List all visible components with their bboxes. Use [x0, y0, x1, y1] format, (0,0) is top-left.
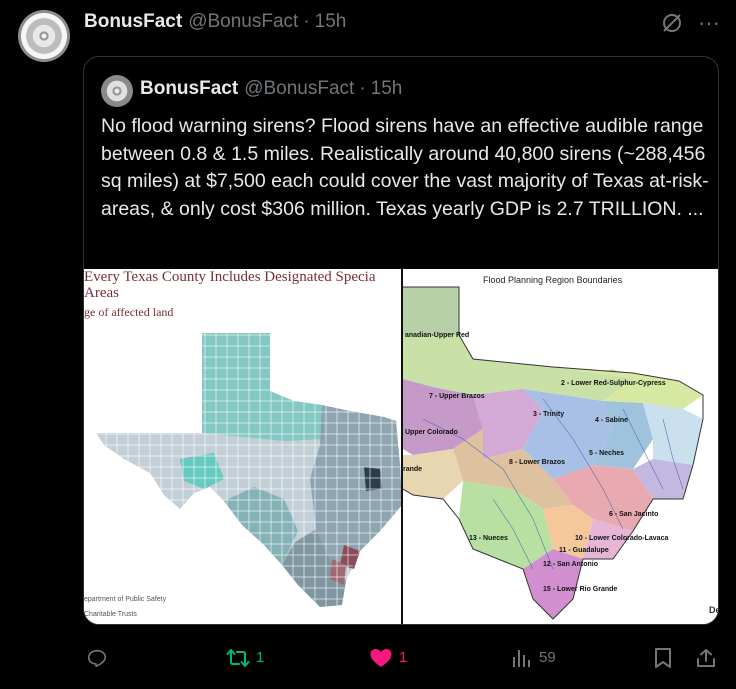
region-label: 6 - San Jacinto [609, 511, 659, 518]
separator-dot: · [303, 11, 310, 32]
texas-county-map-graphic [96, 333, 402, 607]
quoted-author-handle[interactable]: @BonusFact [244, 78, 354, 100]
retweet-icon [226, 649, 250, 667]
region-label: 8 - Lower Brazos [509, 459, 566, 466]
author-name[interactable]: BonusFact [84, 11, 182, 33]
like-count: 1 [399, 649, 408, 666]
left-map-title: Every Texas County Includes Designated S… [84, 269, 376, 285]
author-handle[interactable]: @BonusFact [188, 11, 298, 33]
tweet-media[interactable]: Every Texas County Includes Designated S… [84, 269, 718, 624]
bookmark-icon [655, 648, 671, 668]
quoted-tweet[interactable]: BonusFact @BonusFact · 15h No flood warn… [83, 56, 719, 625]
flood-planning-region-map[interactable]: Flood Planning Region Boundaries anadian… [403, 269, 718, 624]
left-map-source-2: Charitable Trusts [84, 611, 137, 618]
left-map-subtitle: ge of affected land [84, 305, 174, 319]
bookmark-button[interactable] [653, 640, 673, 676]
flood-region-map-graphic [403, 286, 704, 620]
tweet-time[interactable]: 15h [315, 11, 347, 33]
region-label: 2 - Lower Red-Sulphur-Cypress [561, 380, 666, 387]
right-map-logo: De [709, 605, 718, 615]
left-map-title-line2: Areas [84, 285, 119, 301]
quoted-tweet-header: BonusFact @BonusFact · 15h [140, 78, 402, 100]
region-label: 15 - Lower Rio Grande [543, 586, 618, 593]
reply-icon [87, 649, 107, 668]
like-button[interactable]: 1 [369, 640, 407, 676]
tweet-actions: 1 1 59 [0, 640, 736, 676]
quoted-tweet-text: No flood warning sirens? Flood sirens ha… [101, 115, 709, 220]
right-map-title: Flood Planning Region Boundaries [483, 275, 623, 285]
region-label: anadian-Upper Red [405, 332, 470, 339]
reply-button[interactable] [86, 640, 114, 676]
views-chart-icon [513, 650, 530, 667]
author-avatar[interactable] [18, 10, 70, 62]
share-button[interactable] [695, 640, 717, 676]
left-map-source-1: epartment of Public Safety [84, 596, 167, 603]
region-label: 10 - Lower Colorado-Lavaca [575, 535, 669, 542]
region-label: 7 - Upper Brazos [429, 393, 485, 400]
region-label: 13 - Nueces [469, 535, 508, 542]
views-count: 59 [539, 649, 556, 666]
retweet-count: 1 [256, 649, 265, 666]
region-label: 3 - Trinity [533, 411, 565, 418]
views-button[interactable]: 59 [511, 640, 556, 676]
share-icon [697, 649, 715, 667]
quoted-author-name[interactable]: BonusFact [140, 78, 238, 100]
region-label: rande [403, 466, 423, 473]
region-label: 4 - Sabine [595, 417, 629, 424]
quoted-tweet-time[interactable]: 15h [371, 78, 403, 100]
region-label: Upper Colorado [405, 429, 458, 436]
grok-icon[interactable] [660, 11, 684, 35]
quoted-author-avatar[interactable] [101, 75, 133, 107]
region-label: 11 - Guadalupe [559, 547, 609, 554]
tweet-header: BonusFact @BonusFact · 15h [84, 11, 346, 33]
quoted-separator-dot: · [359, 78, 366, 99]
more-options-icon[interactable]: ··· [696, 10, 722, 36]
retweet-button[interactable]: 1 [226, 640, 264, 676]
region-label: 5 - Neches [589, 450, 625, 457]
texas-county-map[interactable]: Every Texas County Includes Designated S… [84, 269, 402, 624]
heart-icon [370, 649, 392, 667]
region-label: 12 - San Antonio [543, 561, 598, 568]
